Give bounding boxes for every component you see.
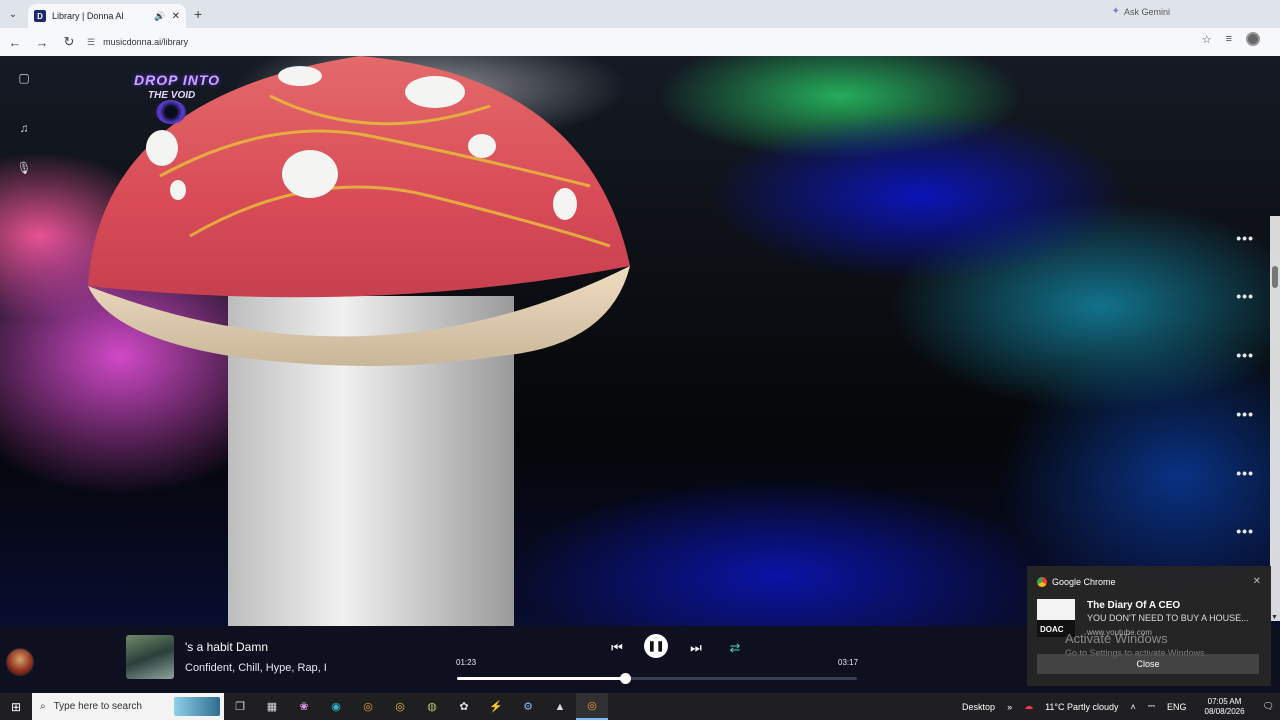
promo-line2: THE VOID <box>148 90 196 101</box>
app-globe-icon[interactable]: ◍ <box>416 693 448 720</box>
toast-title: The Diary Of A CEO <box>1087 600 1181 611</box>
taskbar-search-box[interactable]: ⌕ Type here to search <box>32 693 224 720</box>
tradingview-icon[interactable]: ▲ <box>544 693 576 720</box>
cap-spot <box>170 180 186 200</box>
track-tags: Confident, Chill, Hype, Rap, I <box>185 662 327 674</box>
network-icon[interactable]: ⎓ <box>1148 701 1155 712</box>
toast-message: YOU DON'T NEED TO BUY A HOUSE... <box>1087 613 1249 623</box>
microphone-icon[interactable]: 🎙 <box>16 160 32 176</box>
promo-line1: DROP INTO <box>134 72 221 88</box>
flash-app-icon[interactable]: ⚡ <box>480 693 512 720</box>
toast-app-name: Google Chrome <box>1052 577 1116 587</box>
browser-tab-library[interactable]: D Library | Donna AI 🔊 ✕ <box>28 4 186 28</box>
windows-taskbar: ⊞ ⌕ Type here to search ❐ ▦ ❀ ◉ ◎ ◎ ◍ ✿ … <box>0 693 1280 720</box>
cap-spot <box>282 150 338 198</box>
progress-fill <box>457 677 625 680</box>
forward-arrow-icon[interactable]: → <box>30 30 54 54</box>
music-note-icon[interactable]: ♫ <box>16 120 32 136</box>
more-options-icon[interactable]: ••• <box>1236 230 1254 246</box>
tab-title: Library | Donna AI <box>52 11 124 21</box>
address-bar[interactable]: ☰ musicdonna.ai/library <box>87 31 1147 53</box>
windows-start-icon[interactable]: ⊞ <box>0 693 32 720</box>
track-cover-art[interactable] <box>126 635 174 679</box>
more-options-icon[interactable]: ••• <box>1236 406 1254 422</box>
track-title: 's a habit Damn <box>185 640 268 654</box>
chrome-notification-toast[interactable]: Google Chrome ✕ DOAC The Diary Of A CEO … <box>1027 566 1271 686</box>
cap-spot <box>405 76 465 108</box>
chrome-active-icon[interactable]: ◎ <box>576 693 608 720</box>
new-tab-button[interactable]: + <box>194 6 202 22</box>
void-swirl-icon <box>156 100 186 124</box>
steam-icon[interactable]: ⚙ <box>512 693 544 720</box>
cap-spot <box>278 66 322 86</box>
chatgpt-icon[interactable]: ✿ <box>448 693 480 720</box>
toast-close-icon[interactable]: ✕ <box>1253 576 1261 587</box>
clock-date: 08/08/2026 <box>1204 706 1245 716</box>
chrome-logo-icon <box>1037 577 1047 587</box>
activate-windows-watermark: Activate Windows <box>1065 631 1168 646</box>
toast-thumb-label: DOAC <box>1040 625 1064 634</box>
taskbar-search-placeholder: Type here to search <box>53 701 142 712</box>
browser-toolbar: ← → ↻ ☰ musicdonna.ai/library ☆ ≡ <box>0 28 1280 56</box>
current-time: 01:23 <box>456 658 477 667</box>
left-rail: ▢ ♫ 🎙 <box>0 56 48 626</box>
system-tray: Desktop » ☁ 11°C Partly cloudy ˄ ⎓ ENG 0… <box>956 693 1280 720</box>
pause-button[interactable]: ❚❚ <box>644 634 668 658</box>
url-text: musicdonna.ai/library <box>103 37 189 47</box>
clock-time: 07:05 AM <box>1207 696 1242 706</box>
toast-header: Google Chrome <box>1037 577 1116 587</box>
chrome-icon[interactable]: ◎ <box>352 693 384 720</box>
bookmark-star-icon[interactable]: ☆ <box>1202 33 1212 46</box>
cap-spot <box>468 134 496 158</box>
user-avatar[interactable] <box>6 648 34 676</box>
site-info-icon[interactable]: ☰ <box>87 37 95 48</box>
more-options-icon[interactable]: ••• <box>1236 347 1254 363</box>
search-icon: ⌕ <box>40 701 46 712</box>
previous-track-icon[interactable]: ⏮ <box>605 636 629 660</box>
search-highlight-art <box>174 697 220 716</box>
repeat-icon[interactable]: ⇄ <box>723 636 747 660</box>
tab-audio-icon[interactable]: 🔊 <box>154 11 165 22</box>
playback-progress-bar[interactable] <box>457 673 857 684</box>
progress-knob[interactable] <box>620 673 631 684</box>
chrome-canary-icon[interactable]: ◎ <box>384 693 416 720</box>
donna-favicon-icon: D <box>34 10 46 22</box>
scroll-down-arrow-icon[interactable]: ▼ <box>1271 614 1278 621</box>
weather-icon[interactable]: ☁ <box>1024 701 1033 712</box>
scrollbar-thumb[interactable] <box>1272 266 1278 288</box>
more-options-icon[interactable]: ••• <box>1236 523 1254 539</box>
tray-chevron-up-icon[interactable]: ˄ <box>1131 702 1136 712</box>
profile-avatar-icon[interactable] <box>1246 32 1260 46</box>
copilot-icon[interactable]: ❀ <box>288 693 320 720</box>
browser-tab-strip: ⌄ D Library | Donna AI 🔊 ✕ + ✦ Ask Gemin… <box>0 0 1280 28</box>
cap-spot <box>146 130 178 166</box>
tab-close-icon[interactable]: ✕ <box>172 11 180 22</box>
desktop-toolbar-label[interactable]: Desktop <box>962 702 995 712</box>
drop-into-the-void-promo[interactable]: DROP INTO THE VOID <box>120 70 230 130</box>
taskbar-clock[interactable]: 07:05 AM 08/08/2026 <box>1205 697 1245 717</box>
ask-gemini-button[interactable]: ✦ Ask Gemini <box>1112 6 1170 17</box>
more-options-icon[interactable]: ••• <box>1236 288 1254 304</box>
task-view-icon[interactable]: ❐ <box>224 693 256 720</box>
gemini-sparkle-icon: ✦ <box>1111 6 1120 17</box>
edge-icon[interactable]: ◉ <box>320 693 352 720</box>
ask-gemini-label: Ask Gemini <box>1123 6 1170 17</box>
total-time: 03:17 <box>838 658 859 667</box>
back-arrow-icon[interactable]: ← <box>3 30 27 54</box>
toast-close-button[interactable]: Close <box>1037 654 1259 674</box>
chevron-double-icon[interactable]: » <box>1007 702 1012 712</box>
more-options-icon[interactable]: ••• <box>1236 465 1254 481</box>
notifications-icon[interactable]: 🗨 <box>1263 701 1274 712</box>
language-label[interactable]: ENG <box>1167 702 1187 712</box>
page-scrollbar[interactable]: ▼ <box>1270 216 1280 621</box>
weather-text[interactable]: 11°C Partly cloudy <box>1045 702 1118 712</box>
reading-list-icon[interactable]: ≡ <box>1226 33 1232 45</box>
tab-search-chevron-icon[interactable]: ⌄ <box>0 0 26 28</box>
sidebar-toggle-icon[interactable]: ▢ <box>16 70 32 86</box>
next-track-icon[interactable]: ⏭ <box>684 636 708 660</box>
reload-icon[interactable]: ↻ <box>57 30 81 54</box>
mushroom-artwork <box>88 56 630 626</box>
calculator-icon[interactable]: ▦ <box>256 693 288 720</box>
cap-spot <box>553 188 577 220</box>
